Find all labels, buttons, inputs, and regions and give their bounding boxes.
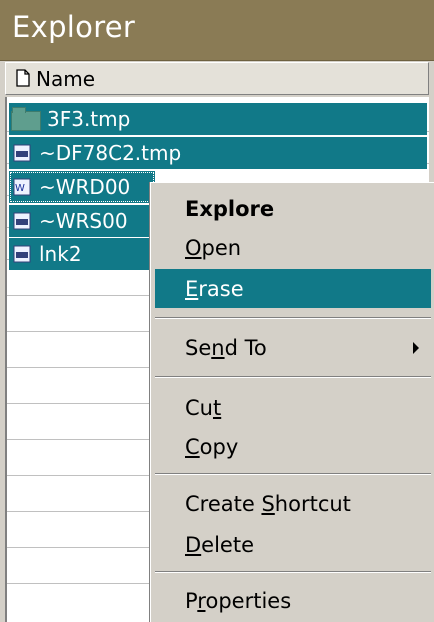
menu-item-label: hortcut xyxy=(274,492,351,516)
menu-item-copy[interactable]: Copy xyxy=(155,427,431,466)
menu-item-label: operties xyxy=(205,589,292,613)
menu-item-delete[interactable]: Delete xyxy=(155,525,431,564)
word-doc-icon: W xyxy=(13,178,31,196)
file-name: 3F3.tmp xyxy=(47,107,131,131)
file-row-3f3[interactable]: 3F3.tmp xyxy=(9,103,427,135)
document-icon xyxy=(16,69,30,87)
menu-item-label: elete xyxy=(201,533,254,557)
menu-item-label: pen xyxy=(201,236,242,260)
name-column-header[interactable]: Name xyxy=(5,62,429,95)
name-column-label: Name xyxy=(36,67,96,91)
menu-item-label: rase xyxy=(198,277,244,301)
folder-icon xyxy=(11,107,41,131)
file-row-df78c2[interactable]: ~DF78C2.tmp xyxy=(9,137,427,169)
menu-item-explore[interactable]: Explore xyxy=(155,189,431,228)
menu-item-send-to[interactable]: Send To xyxy=(155,328,431,367)
file-icon xyxy=(13,245,31,263)
menu-item-create-shortcut[interactable]: Create Shortcut xyxy=(155,484,431,523)
window-title: Explorer xyxy=(12,10,136,44)
menu-item-label: opy xyxy=(199,435,239,459)
menu-item-open[interactable]: Open xyxy=(155,228,431,267)
menu-separator xyxy=(155,473,431,475)
file-name: ~WRD00 xyxy=(39,175,131,199)
file-icon xyxy=(13,144,31,162)
file-name: ~WRS00 xyxy=(39,209,128,233)
context-menu: Explore Open Erase Send To Cut Copy Crea… xyxy=(150,182,434,622)
menu-separator xyxy=(155,376,431,378)
menu-item-properties[interactable]: Properties xyxy=(155,581,431,620)
menu-item-cut[interactable]: Cut xyxy=(155,388,431,427)
file-icon xyxy=(13,212,31,230)
file-row-lnk2[interactable]: lnk2 xyxy=(9,238,155,270)
file-row-wrs00[interactable]: ~WRS00 xyxy=(9,205,155,237)
submenu-arrow-icon xyxy=(413,342,419,354)
menu-item-label: d To xyxy=(224,336,267,360)
title-bar: Explorer xyxy=(0,0,434,61)
menu-item-erase[interactable]: Erase xyxy=(155,269,431,308)
menu-item-label: Explore xyxy=(185,197,275,221)
menu-separator xyxy=(155,571,431,573)
file-row-wrd00[interactable]: W ~WRD00 xyxy=(9,171,155,203)
svg-text:W: W xyxy=(15,183,25,194)
menu-separator xyxy=(155,317,431,319)
file-name: lnk2 xyxy=(39,242,82,266)
file-name: ~DF78C2.tmp xyxy=(39,141,182,165)
